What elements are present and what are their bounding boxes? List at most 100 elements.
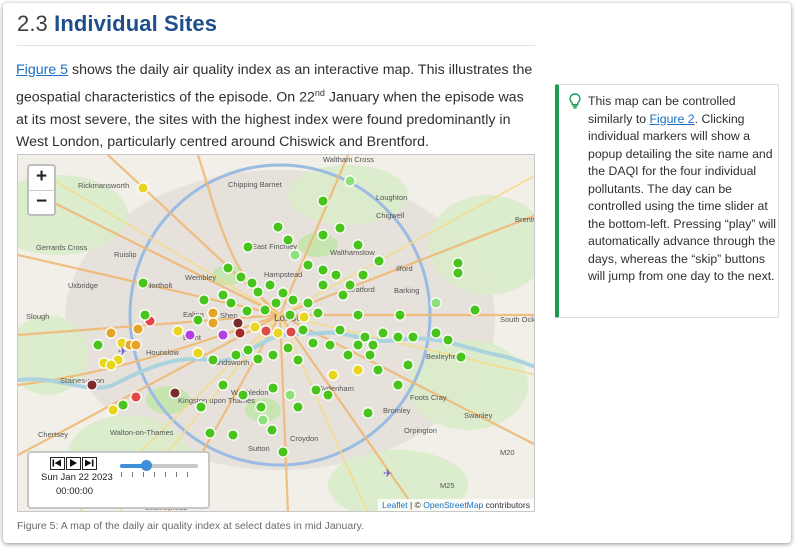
monitoring-site-marker[interactable] — [310, 384, 322, 396]
monitoring-site-marker[interactable] — [217, 329, 229, 341]
monitoring-site-marker[interactable] — [207, 317, 219, 329]
monitoring-site-marker[interactable] — [86, 379, 98, 391]
monitoring-site-marker[interactable] — [302, 297, 314, 309]
monitoring-site-marker[interactable] — [130, 339, 142, 351]
monitoring-site-marker[interactable] — [252, 286, 264, 298]
monitoring-site-marker[interactable] — [246, 277, 258, 289]
monitoring-site-marker[interactable] — [172, 325, 184, 337]
monitoring-site-marker[interactable] — [267, 382, 279, 394]
monitoring-site-marker[interactable] — [312, 307, 324, 319]
monitoring-site-marker[interactable] — [317, 229, 329, 241]
monitoring-site-marker[interactable] — [302, 259, 314, 271]
monitoring-site-marker[interactable] — [117, 399, 129, 411]
monitoring-site-marker[interactable] — [222, 262, 234, 274]
monitoring-site-marker[interactable] — [327, 369, 339, 381]
monitoring-site-marker[interactable] — [277, 446, 289, 458]
monitoring-site-marker[interactable] — [184, 329, 196, 341]
monitoring-site-marker[interactable] — [237, 389, 249, 401]
skip-forward-icon[interactable] — [82, 457, 97, 470]
monitoring-site-marker[interactable] — [373, 255, 385, 267]
monitoring-site-marker[interactable] — [105, 359, 117, 371]
play-icon[interactable] — [66, 457, 81, 470]
monitoring-site-marker[interactable] — [257, 414, 269, 426]
monitoring-site-marker[interactable] — [344, 175, 356, 187]
monitoring-site-marker[interactable] — [324, 339, 336, 351]
monitoring-site-marker[interactable] — [455, 351, 467, 363]
monitoring-site-marker[interactable] — [139, 309, 151, 321]
monitoring-site-marker[interactable] — [469, 304, 481, 316]
zoom-in-button[interactable]: + — [29, 166, 54, 190]
monitoring-site-marker[interactable] — [230, 349, 242, 361]
monitoring-site-marker[interactable] — [342, 349, 354, 361]
monitoring-site-marker[interactable] — [137, 277, 149, 289]
monitoring-site-marker[interactable] — [285, 326, 297, 338]
monitoring-site-marker[interactable] — [364, 349, 376, 361]
monitoring-site-marker[interactable] — [362, 407, 374, 419]
monitoring-site-marker[interactable] — [107, 404, 119, 416]
monitoring-site-marker[interactable] — [225, 297, 237, 309]
monitoring-site-marker[interactable] — [272, 221, 284, 233]
monitoring-site-marker[interactable] — [267, 349, 279, 361]
monitoring-site-marker[interactable] — [337, 289, 349, 301]
monitoring-site-marker[interactable] — [287, 294, 299, 306]
skip-back-icon[interactable] — [50, 457, 65, 470]
monitoring-site-marker[interactable] — [282, 234, 294, 246]
monitoring-site-marker[interactable] — [297, 324, 309, 336]
monitoring-site-marker[interactable] — [352, 364, 364, 376]
monitoring-site-marker[interactable] — [284, 389, 296, 401]
monitoring-site-marker[interactable] — [234, 327, 246, 339]
monitoring-site-marker[interactable] — [255, 401, 267, 413]
monitoring-site-marker[interactable] — [249, 321, 261, 333]
monitoring-site-marker[interactable] — [372, 364, 384, 376]
monitoring-site-marker[interactable] — [442, 334, 454, 346]
monitoring-site-marker[interactable] — [207, 307, 219, 319]
monitoring-site-marker[interactable] — [330, 269, 342, 281]
monitoring-site-marker[interactable] — [452, 257, 464, 269]
monitoring-site-marker[interactable] — [392, 331, 404, 343]
monitoring-site-marker[interactable] — [357, 269, 369, 281]
monitoring-site-marker[interactable] — [352, 309, 364, 321]
monitoring-site-marker[interactable] — [232, 317, 244, 329]
monitoring-site-marker[interactable] — [282, 342, 294, 354]
monitoring-site-marker[interactable] — [242, 344, 254, 356]
monitoring-site-marker[interactable] — [292, 354, 304, 366]
monitoring-site-marker[interactable] — [402, 359, 414, 371]
monitoring-site-marker[interactable] — [217, 379, 229, 391]
monitoring-site-marker[interactable] — [377, 327, 389, 339]
monitoring-site-marker[interactable] — [307, 337, 319, 349]
monitoring-site-marker[interactable] — [137, 182, 149, 194]
monitoring-site-marker[interactable] — [105, 327, 117, 339]
monitoring-site-marker[interactable] — [317, 264, 329, 276]
monitoring-site-marker[interactable] — [227, 429, 239, 441]
monitoring-site-marker[interactable] — [352, 239, 364, 251]
monitoring-site-marker[interactable] — [367, 339, 379, 351]
monitoring-site-marker[interactable] — [284, 309, 296, 321]
monitoring-site-marker[interactable] — [92, 339, 104, 351]
interactive-map[interactable]: Waltham Cross Chipping Barnet Loughton Rick… — [17, 154, 535, 512]
monitoring-site-marker[interactable] — [298, 311, 310, 323]
monitoring-site-marker[interactable] — [394, 309, 406, 321]
monitoring-site-marker[interactable] — [407, 331, 419, 343]
monitoring-site-marker[interactable] — [217, 289, 229, 301]
monitoring-site-marker[interactable] — [272, 327, 284, 339]
monitoring-site-marker[interactable] — [270, 297, 282, 309]
monitoring-site-marker[interactable] — [452, 267, 464, 279]
monitoring-site-marker[interactable] — [132, 323, 144, 335]
time-slider[interactable] — [120, 460, 198, 478]
monitoring-site-marker[interactable] — [198, 294, 210, 306]
monitoring-site-marker[interactable] — [207, 354, 219, 366]
slider-thumb[interactable] — [140, 460, 152, 471]
zoom-out-button[interactable]: − — [29, 190, 54, 215]
monitoring-site-marker[interactable] — [252, 353, 264, 365]
monitoring-site-marker[interactable] — [344, 279, 356, 291]
monitoring-site-marker[interactable] — [266, 424, 278, 436]
monitoring-site-marker[interactable] — [430, 297, 442, 309]
monitoring-site-marker[interactable] — [322, 389, 334, 401]
monitoring-site-marker[interactable] — [359, 331, 371, 343]
monitoring-site-marker[interactable] — [242, 241, 254, 253]
monitoring-site-marker[interactable] — [259, 304, 271, 316]
monitoring-site-marker[interactable] — [204, 427, 216, 439]
monitoring-site-marker[interactable] — [241, 305, 253, 317]
monitoring-site-marker[interactable] — [317, 279, 329, 291]
figure-5-link[interactable]: Figure 5 — [16, 62, 68, 78]
